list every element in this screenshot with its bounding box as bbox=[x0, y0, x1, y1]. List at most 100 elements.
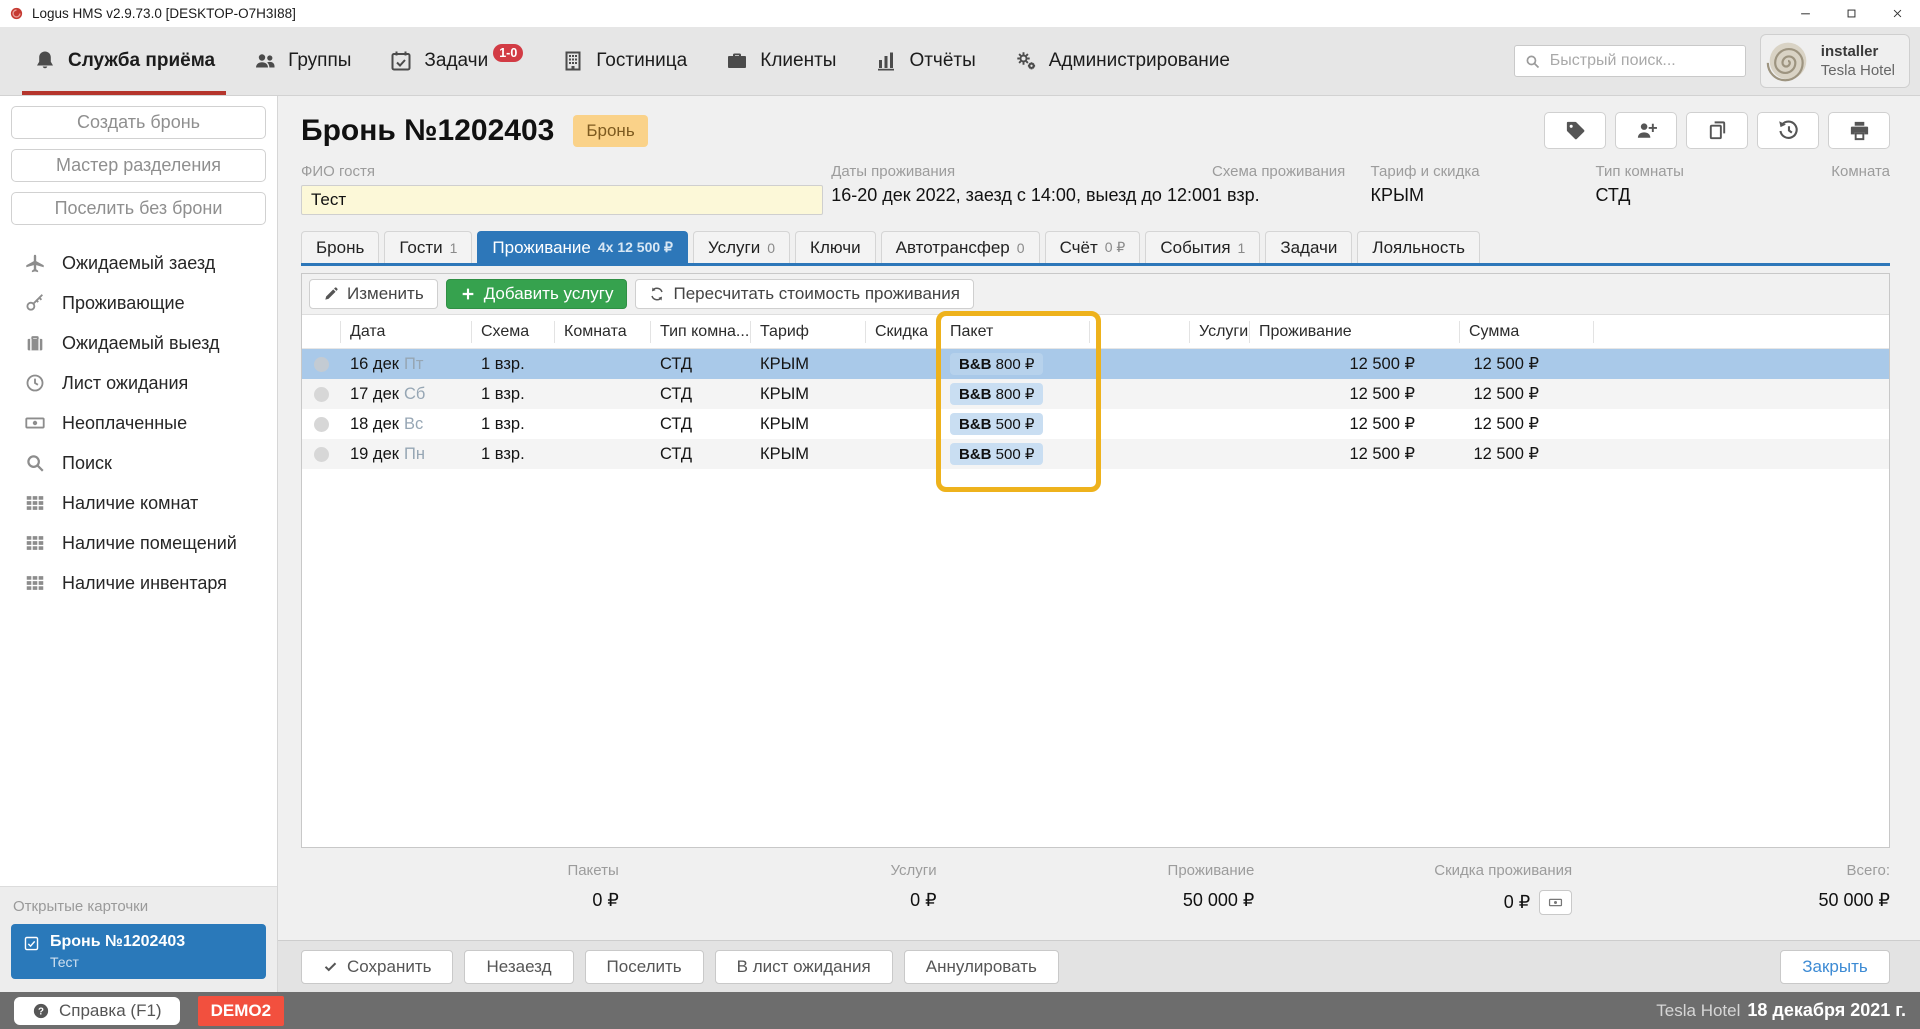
row-select-circle[interactable] bbox=[314, 387, 329, 402]
row-select-circle[interactable] bbox=[314, 357, 329, 372]
table-row[interactable]: 16 декПт1 взр.СТДКРЫМB&B 800 ₽12 500 ₽12… bbox=[302, 349, 1889, 379]
statusbar-hotel: Tesla Hotel bbox=[1656, 1001, 1740, 1020]
guest-name-label: ФИО гостя bbox=[301, 163, 823, 180]
tags-button[interactable] bbox=[1544, 112, 1606, 149]
nav-item-groups[interactable]: Группы bbox=[234, 27, 370, 95]
minimize-button[interactable] bbox=[1782, 0, 1828, 27]
save-button[interactable]: Сохранить bbox=[301, 950, 453, 984]
suitcase-icon bbox=[23, 332, 47, 354]
package-chip[interactable]: B&B 500 ₽ bbox=[950, 443, 1043, 465]
package-chip[interactable]: B&B 500 ₽ bbox=[950, 413, 1043, 435]
date-value: 19 дек bbox=[350, 445, 399, 463]
briefcase-icon bbox=[725, 49, 749, 73]
row-select-circle[interactable] bbox=[314, 447, 329, 462]
scheme-field: Схема проживания 1 взр. bbox=[1212, 163, 1371, 206]
add-service-button[interactable]: Добавить услугу bbox=[446, 279, 628, 309]
room-field: Комната bbox=[1831, 163, 1890, 185]
nav-item-reports[interactable]: Отчёты bbox=[855, 27, 994, 95]
tab-keys[interactable]: Ключи bbox=[795, 231, 876, 263]
check-square-icon bbox=[23, 935, 40, 952]
tab-label: Автотрансфер bbox=[896, 238, 1010, 258]
edit-button[interactable]: Изменить bbox=[309, 279, 438, 309]
tab-loyalty[interactable]: Лояльность bbox=[1357, 231, 1480, 263]
summary-value: 0 ₽ bbox=[592, 890, 618, 911]
nav-item-hotel[interactable]: Гостиница bbox=[542, 27, 706, 95]
nav-item-label: Клиенты bbox=[760, 50, 836, 72]
top-nav: Служба приёма ГруппыЗадачи1-0Гостиница Кли… bbox=[0, 27, 1920, 96]
cell-room-type: СТД bbox=[651, 355, 751, 374]
row-select-circle[interactable] bbox=[314, 417, 329, 432]
summary-label: Всего: bbox=[1846, 862, 1890, 879]
nav-item-administration[interactable]: Администрирование bbox=[995, 27, 1249, 95]
app-window: Logus HMS v2.9.73.0 [DESKTOP-O7H3I88] Сл… bbox=[0, 0, 1920, 1029]
page-title: Бронь №1202403 bbox=[301, 114, 554, 148]
table-row[interactable]: 17 декСб1 взр.СТДКРЫМB&B 800 ₽12 500 ₽12… bbox=[302, 379, 1889, 409]
tab-label: События bbox=[1160, 238, 1230, 258]
summary-lodging-discount: Скидка проживания0 ₽ bbox=[1254, 862, 1572, 915]
add-service-label: Добавить услугу bbox=[484, 284, 614, 304]
grid-icon bbox=[23, 532, 47, 554]
tag-icon bbox=[1564, 119, 1587, 142]
table-row[interactable]: 19 декПн1 взр.СТДКРЫМB&B 500 ₽12 500 ₽12… bbox=[302, 439, 1889, 469]
avatar bbox=[1766, 39, 1810, 83]
statusbar-hotel-date: Tesla Hotel18 декабря 2021 г. bbox=[1656, 1000, 1906, 1021]
sidebar-item-room-availability[interactable]: Наличие комнат bbox=[0, 483, 277, 523]
banknote-icon bbox=[1548, 895, 1563, 910]
tab-badge: 0 bbox=[1017, 240, 1025, 256]
history-button[interactable] bbox=[1757, 112, 1819, 149]
package-chip[interactable]: B&B 800 ₽ bbox=[950, 383, 1043, 405]
tab-lodging[interactable]: Проживание4x 12 500 ₽ bbox=[477, 231, 688, 263]
recalc-button[interactable]: Пересчитать стоимость проживания bbox=[635, 279, 974, 309]
sidebar-item-inventory-availability[interactable]: Наличие инвентаря bbox=[0, 563, 277, 603]
sidebar-button-create-booking[interactable]: Создать бронь bbox=[11, 106, 266, 139]
table-row[interactable]: 18 декВс1 взр.СТДКРЫМB&B 500 ₽12 500 ₽12… bbox=[302, 409, 1889, 439]
tab-booking[interactable]: Бронь bbox=[301, 231, 379, 263]
sidebar-item-expected-departure[interactable]: Ожидаемый выезд bbox=[0, 323, 277, 363]
copy-button[interactable] bbox=[1686, 112, 1748, 149]
sidebar-item-waitlist[interactable]: Лист ожидания bbox=[0, 363, 277, 403]
cell-sum: 12 500 ₽ bbox=[1460, 444, 1594, 464]
to-waitlist-button[interactable]: В лист ожидания bbox=[715, 950, 893, 984]
tab-guests[interactable]: Гости1 bbox=[384, 231, 472, 263]
sidebar-item-unpaid[interactable]: Неоплаченные bbox=[0, 403, 277, 443]
print-button[interactable] bbox=[1828, 112, 1890, 149]
annul-button[interactable]: Аннулировать bbox=[904, 950, 1059, 984]
sidebar-item-residents[interactable]: Проживающие bbox=[0, 283, 277, 323]
discount-money-button[interactable] bbox=[1539, 890, 1572, 915]
no-show-button[interactable]: Незаезд bbox=[464, 950, 573, 984]
day-of-week: Пт bbox=[404, 355, 423, 373]
sidebar-item-search[interactable]: Поиск bbox=[0, 443, 277, 483]
check-in-button[interactable]: Поселить bbox=[585, 950, 704, 984]
tab-events[interactable]: События1 bbox=[1145, 231, 1260, 263]
person-add-icon bbox=[1635, 119, 1658, 142]
nav-item-tasks[interactable]: Задачи1-0 bbox=[370, 27, 542, 95]
sidebar-item-expected-arrival[interactable]: Ожидаемый заезд bbox=[0, 243, 277, 283]
open-cards-section: Открытые карточки Бронь №1202403 Тест bbox=[0, 886, 277, 992]
summary-value: 50 000 ₽ bbox=[1818, 890, 1890, 911]
user-menu[interactable]: installer Tesla Hotel bbox=[1760, 34, 1910, 88]
close-button[interactable] bbox=[1874, 0, 1920, 27]
nav-item-reception[interactable]: Служба приёма bbox=[14, 27, 234, 95]
maximize-button[interactable] bbox=[1828, 0, 1874, 27]
nav-item-clients[interactable]: Клиенты bbox=[706, 27, 855, 95]
sidebar-button-split-wizard[interactable]: Мастер разделения bbox=[11, 149, 266, 182]
tab-tasks[interactable]: Задачи bbox=[1265, 231, 1352, 263]
sidebar-button-checkin-without-booking[interactable]: Поселить без брони bbox=[11, 192, 266, 225]
open-card-booking[interactable]: Бронь №1202403 Тест bbox=[11, 924, 266, 979]
close-card-button[interactable]: Закрыть bbox=[1780, 950, 1890, 984]
tab-badge: 0 bbox=[767, 240, 775, 256]
sidebar-item-label: Наличие инвентаря bbox=[62, 573, 227, 594]
sidebar-item-space-availability[interactable]: Наличие помещений bbox=[0, 523, 277, 563]
tab-services[interactable]: Услуги0 bbox=[693, 231, 790, 263]
search-input[interactable] bbox=[1548, 51, 1736, 71]
column-header bbox=[1090, 321, 1190, 343]
tab-transfer[interactable]: Автотрансфер 0 bbox=[881, 231, 1040, 263]
summary-services: Услуги0 ₽ bbox=[619, 862, 937, 915]
help-button[interactable]: ? Справка (F1) bbox=[14, 997, 180, 1025]
tab-invoice[interactable]: Счёт0 ₽ bbox=[1045, 231, 1141, 263]
nav-item-label: Служба приёма bbox=[68, 50, 215, 72]
package-chip[interactable]: B&B 800 ₽ bbox=[950, 353, 1043, 375]
check-icon bbox=[323, 959, 338, 974]
add-guest-button[interactable] bbox=[1615, 112, 1677, 149]
guest-name-input[interactable] bbox=[301, 185, 823, 215]
